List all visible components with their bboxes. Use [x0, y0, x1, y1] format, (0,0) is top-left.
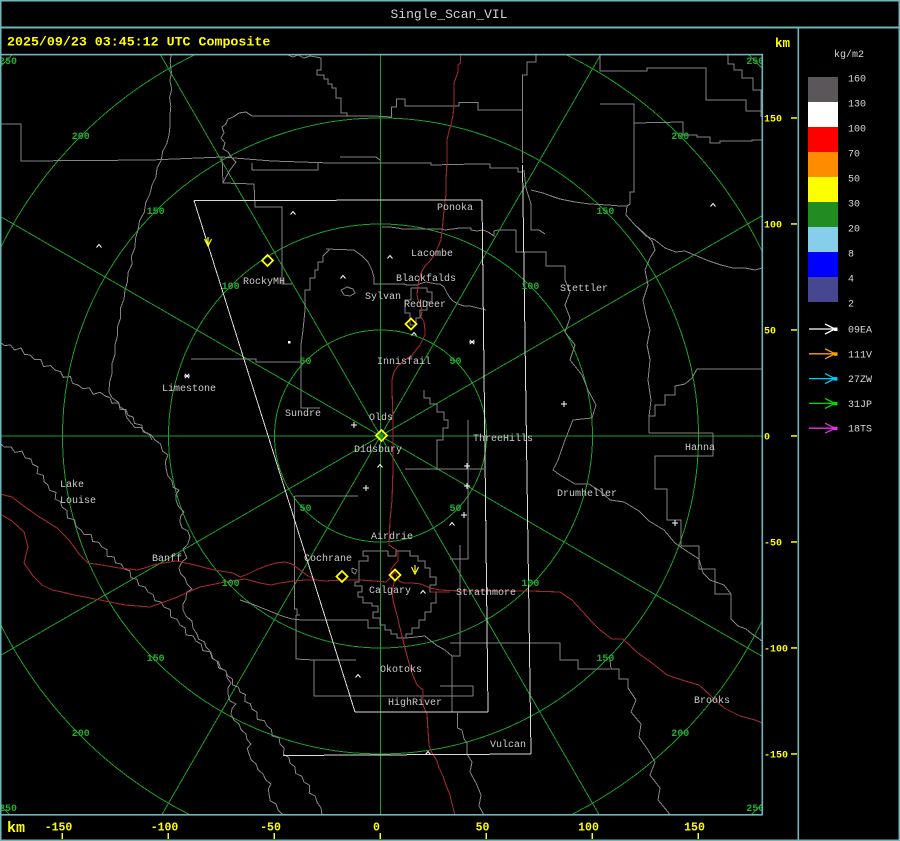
svg-text:2: 2 — [848, 300, 854, 311]
svg-text:30: 30 — [848, 200, 860, 211]
svg-text:27ZW: 27ZW — [848, 375, 872, 386]
svg-text:150: 150 — [764, 115, 782, 126]
svg-text:km: km — [7, 820, 25, 837]
svg-text:-50: -50 — [764, 539, 782, 550]
svg-text:RockyMH: RockyMH — [243, 276, 285, 288]
svg-text:-150: -150 — [764, 751, 788, 762]
svg-text:-50: -50 — [260, 822, 281, 835]
svg-text:100: 100 — [578, 822, 599, 835]
svg-text:Limestone: Limestone — [162, 383, 216, 395]
svg-text:Didsbury: Didsbury — [354, 444, 402, 456]
svg-text:31JP: 31JP — [848, 400, 872, 411]
svg-text:km: km — [775, 37, 791, 51]
svg-text:8: 8 — [848, 250, 854, 261]
svg-text:200: 200 — [72, 132, 90, 143]
svg-text:Airdrie: Airdrie — [371, 531, 413, 543]
svg-text:100: 100 — [222, 282, 240, 293]
svg-text:150: 150 — [147, 207, 165, 218]
svg-text:20: 20 — [848, 225, 860, 236]
svg-text:RedDeer: RedDeer — [404, 299, 446, 311]
svg-text:Cochrane: Cochrane — [304, 553, 352, 565]
svg-text:Louise: Louise — [60, 495, 96, 507]
svg-text:150: 150 — [596, 207, 614, 218]
svg-text:Hanna: Hanna — [685, 443, 715, 454]
svg-text:130: 130 — [848, 100, 866, 111]
svg-text:0: 0 — [764, 433, 770, 444]
svg-text:111V: 111V — [848, 350, 872, 361]
svg-text:250: 250 — [0, 57, 17, 68]
svg-text:Olds: Olds — [369, 412, 393, 424]
svg-text:50: 50 — [299, 504, 311, 515]
svg-text:Single_Scan_VIL: Single_Scan_VIL — [390, 7, 507, 22]
svg-text:150: 150 — [684, 822, 705, 835]
svg-text:50: 50 — [476, 822, 490, 835]
svg-text:100: 100 — [764, 221, 782, 232]
svg-text:Banff: Banff — [152, 553, 182, 565]
svg-text:50: 50 — [449, 357, 461, 368]
svg-text:100: 100 — [222, 579, 240, 590]
svg-text:Sylvan: Sylvan — [365, 291, 401, 303]
svg-text:Okotoks: Okotoks — [380, 664, 422, 676]
svg-text:150: 150 — [147, 654, 165, 665]
svg-text:160: 160 — [848, 75, 866, 86]
svg-text:150: 150 — [596, 654, 614, 665]
svg-text:Calgary: Calgary — [369, 585, 411, 597]
svg-text:kg/m2: kg/m2 — [834, 49, 864, 61]
svg-text:2025/09/23 03:45:12 UTC Compos: 2025/09/23 03:45:12 UTC Composite — [7, 35, 270, 50]
svg-text:Innisfail: Innisfail — [377, 356, 431, 368]
svg-text:0: 0 — [373, 822, 380, 835]
svg-text:Drumheller: Drumheller — [557, 488, 617, 500]
svg-text:Stettler: Stettler — [560, 283, 608, 295]
svg-text:Sundre: Sundre — [285, 408, 321, 420]
svg-text:50: 50 — [449, 504, 461, 515]
svg-text:Blackfalds: Blackfalds — [396, 273, 456, 285]
svg-text:200: 200 — [671, 729, 689, 740]
svg-text:-150: -150 — [45, 822, 73, 835]
svg-text:50: 50 — [848, 175, 860, 186]
svg-text:Brooks: Brooks — [694, 695, 730, 707]
svg-text:Lacombe: Lacombe — [411, 248, 453, 260]
svg-text:HighRiver: HighRiver — [388, 697, 442, 709]
svg-text:Vulcan: Vulcan — [490, 739, 526, 751]
svg-text:Ponoka: Ponoka — [437, 202, 473, 214]
svg-text:200: 200 — [671, 132, 689, 143]
svg-text:70: 70 — [848, 150, 860, 161]
svg-text:-100: -100 — [151, 822, 179, 835]
svg-text:100: 100 — [521, 282, 539, 293]
svg-text:18TS: 18TS — [848, 425, 872, 436]
svg-text:200: 200 — [72, 729, 90, 740]
svg-text:50: 50 — [764, 327, 776, 338]
svg-text:4: 4 — [848, 275, 854, 286]
svg-text:100: 100 — [521, 579, 539, 590]
svg-text:100: 100 — [848, 125, 866, 136]
svg-text:-100: -100 — [764, 645, 788, 656]
svg-text:250: 250 — [0, 804, 17, 815]
svg-text:09EA: 09EA — [848, 326, 872, 337]
svg-text:ThreeHills: ThreeHills — [473, 433, 533, 445]
svg-text:Lake: Lake — [60, 479, 84, 491]
svg-text:50: 50 — [299, 357, 311, 368]
svg-text:Strathmore: Strathmore — [456, 587, 516, 599]
